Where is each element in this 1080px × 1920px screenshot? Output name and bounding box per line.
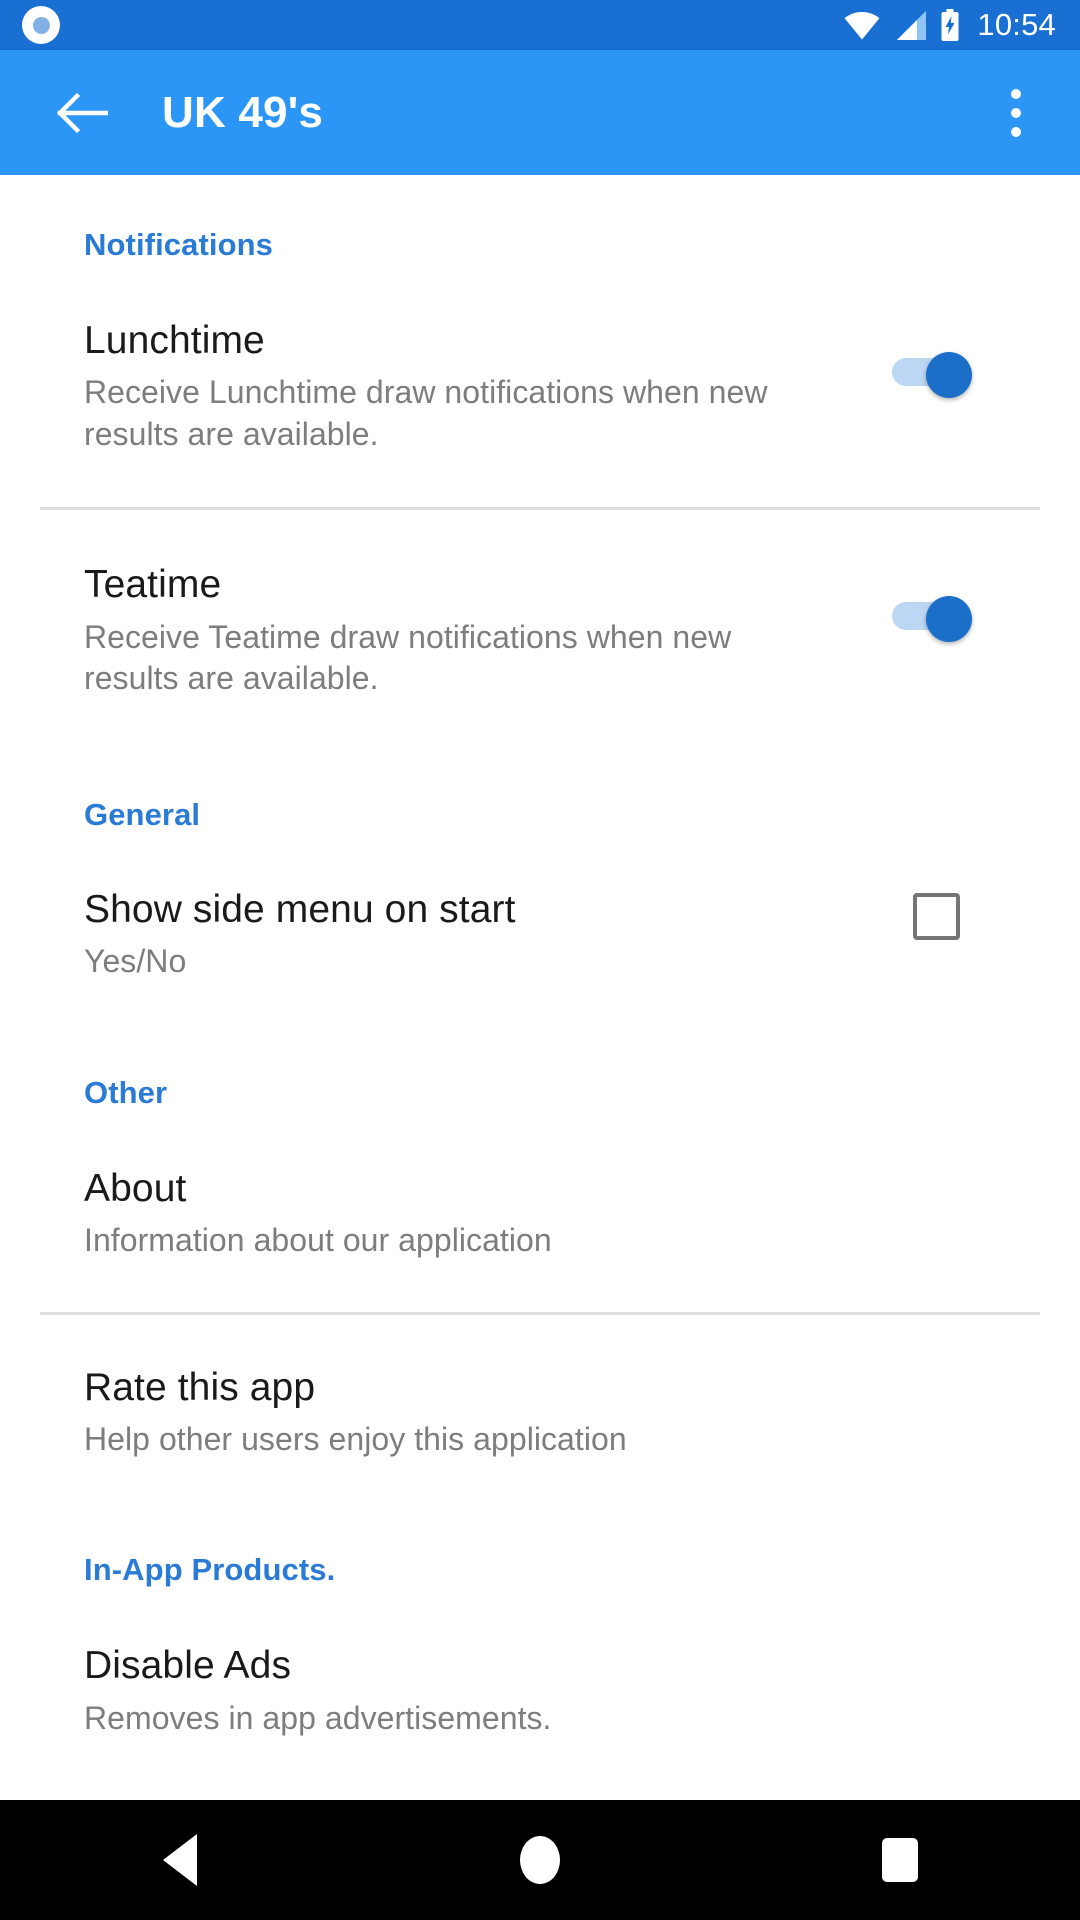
preference-title-teatime: Teatime [84,563,222,607]
app-notification-icon [22,6,60,44]
preference-summary-teatime: Receive Teatime draw notifications when … [84,618,732,697]
switch-lunchtime[interactable] [892,352,980,398]
status-bar-left [22,6,60,44]
preference-title-rate-this-app: Rate this app [84,1365,316,1409]
preference-text-rate-this-app: Rate this app Help other users enjoy thi… [84,1365,996,1461]
cell-signal-icon [897,10,927,40]
divider-other-1 [40,1311,1040,1315]
preference-title-show-side-menu: Show side menu on start [84,887,516,931]
preference-row-disable-ads[interactable]: Disable Ads Removes in app advertisement… [0,1643,1080,1739]
settings-list[interactable]: Notifications Lunchtime Receive Lunchtim… [0,175,1080,1800]
status-bar-right: 10:54 [844,7,1056,43]
nav-home-button[interactable] [360,1800,720,1920]
preference-row-lunchtime[interactable]: Lunchtime Receive Lunchtime draw notific… [0,318,1080,455]
phone-screen: 10:54 UK 49's Notifications Lunchtime Re… [0,0,1080,1920]
back-button[interactable] [46,77,118,149]
overflow-menu-icon-dot-3 [1011,126,1021,137]
preference-text-lunchtime: Lunchtime Receive Lunchtime draw notific… [84,318,866,455]
checkbox-show-side-menu[interactable] [912,892,960,940]
status-bar: 10:54 [0,0,1080,50]
preference-widget-show-side-menu [876,892,996,940]
overflow-menu-icon-dot-1 [1011,88,1021,99]
preference-summary-lunchtime: Receive Lunchtime draw notifications whe… [84,374,768,452]
divider-notifications-1 [40,507,1040,511]
preference-text-teatime: Teatime Receive Teatime draw notificatio… [84,562,866,699]
preference-summary-disable-ads: Removes in app advertisements. [84,1699,552,1736]
overflow-menu-icon-dot-2 [1011,107,1021,118]
section-header-other: Other [84,1074,168,1110]
preference-text-disable-ads: Disable Ads Removes in app advertisement… [84,1643,996,1739]
preference-row-show-side-menu[interactable]: Show side menu on start Yes/No [0,887,1080,983]
overflow-menu-button[interactable] [980,72,1052,154]
wifi-icon [845,11,880,39]
preference-widget-teatime [876,596,996,643]
back-arrow-icon [56,92,108,133]
preference-row-rate-this-app[interactable]: Rate this app Help other users enjoy thi… [0,1365,1080,1461]
section-header-in-app-products: In-App Products. [84,1552,336,1588]
preference-title-disable-ads: Disable Ads [84,1644,292,1688]
app-bar: UK 49's [0,50,1080,175]
preference-title-lunchtime: Lunchtime [84,319,265,362]
page-title: UK 49's [162,87,324,137]
preference-title-about: About [84,1166,187,1210]
preference-text-show-side-menu: Show side menu on start Yes/No [84,887,866,983]
preference-summary-about: Information about our application [84,1221,552,1258]
section-header-notifications: Notifications [84,227,274,262]
system-navigation-bar [0,1800,1080,1920]
preference-summary-show-side-menu: Yes/No [84,943,187,980]
section-header-general: General [84,796,201,832]
nav-back-triangle-icon [163,1834,197,1886]
nav-recents-square-icon [882,1838,918,1882]
battery-charging-icon [941,9,959,41]
preference-row-teatime[interactable]: Teatime Receive Teatime draw notificatio… [0,562,1080,699]
preference-widget-lunchtime [876,352,996,398]
switch-thumb [926,352,972,398]
preference-row-about[interactable]: About Information about our application [0,1166,1080,1262]
nav-recents-button[interactable] [720,1800,1080,1920]
nav-back-button[interactable] [0,1800,360,1920]
nav-home-circle-icon [520,1836,560,1884]
preference-text-about: About Information about our application [84,1166,996,1262]
preference-summary-rate-this-app: Help other users enjoy this application [84,1420,627,1457]
status-bar-clock: 10:54 [977,7,1056,42]
switch-teatime[interactable] [892,596,980,643]
switch-thumb [926,596,972,643]
